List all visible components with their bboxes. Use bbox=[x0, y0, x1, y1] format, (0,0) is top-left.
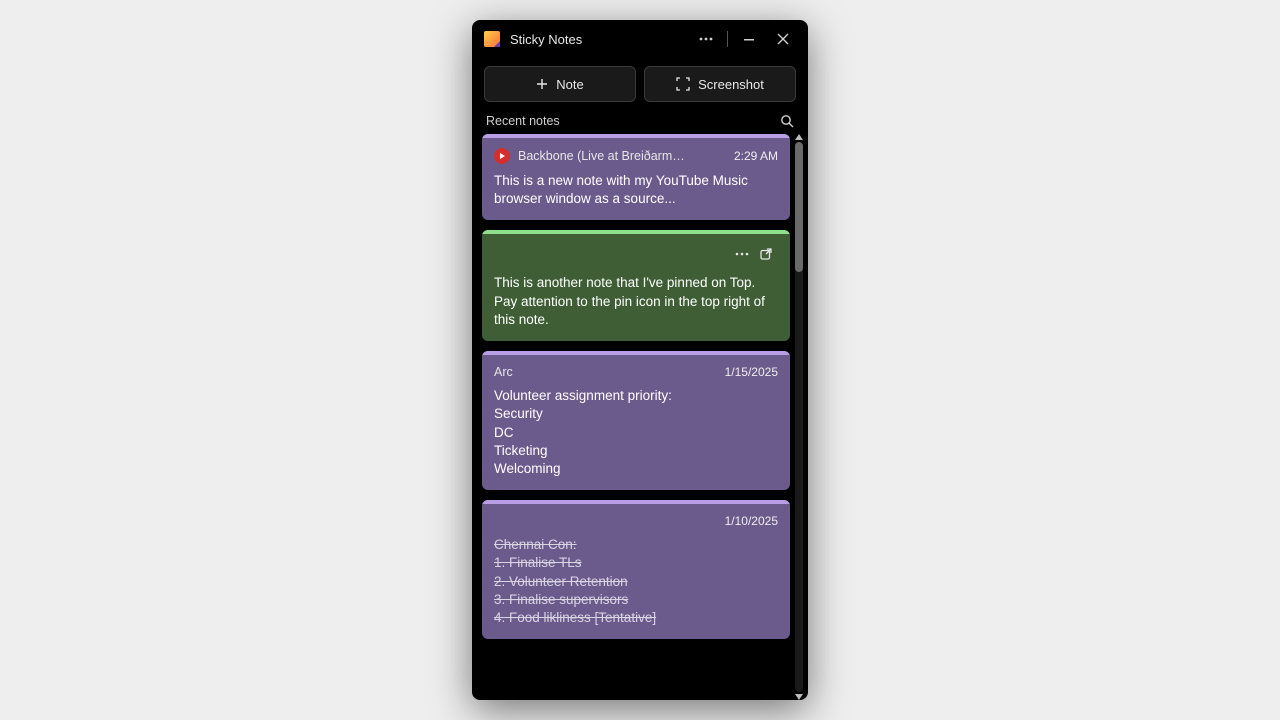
note-card[interactable]: Backbone (Live at Breiðarmerk... 2:29 AM… bbox=[482, 134, 790, 220]
note-line: Volunteer assignment priority: bbox=[494, 387, 778, 405]
plus-icon bbox=[536, 78, 548, 90]
note-line: 3. Finalise supervisors bbox=[494, 591, 778, 609]
scroll-up-icon[interactable] bbox=[795, 134, 803, 140]
note-source-title: Arc bbox=[494, 365, 513, 379]
scrollbar-track[interactable] bbox=[795, 142, 803, 692]
screenshot-icon bbox=[676, 77, 690, 91]
note-line: Ticketing bbox=[494, 442, 778, 460]
note-source-title: Backbone (Live at Breiðarmerk... bbox=[518, 149, 688, 163]
note-body: Chennai Con: 1. Finalise TLs 2. Voluntee… bbox=[482, 532, 790, 639]
new-note-button[interactable]: Note bbox=[484, 66, 636, 102]
scrollbar[interactable] bbox=[794, 134, 804, 700]
youtube-music-icon bbox=[494, 148, 510, 164]
note-line: Security bbox=[494, 405, 778, 423]
note-card[interactable]: 1/10/2025 Chennai Con: 1. Finalise TLs 2… bbox=[482, 500, 790, 639]
note-time: 2:29 AM bbox=[734, 149, 778, 163]
note-line: 1. Finalise TLs bbox=[494, 554, 778, 572]
note-card[interactable]: Arc 1/15/2025 Volunteer assignment prior… bbox=[482, 351, 790, 490]
note-body: This is another note that I've pinned on… bbox=[482, 270, 790, 341]
note-line: Welcoming bbox=[494, 460, 778, 478]
recent-notes-label: Recent notes bbox=[486, 114, 560, 128]
titlebar: Sticky Notes bbox=[472, 20, 808, 58]
app-icon bbox=[484, 31, 500, 47]
note-more-icon[interactable] bbox=[730, 242, 754, 266]
scroll-down-icon[interactable] bbox=[795, 694, 803, 700]
screenshot-button[interactable]: Screenshot bbox=[644, 66, 796, 102]
action-row: Note Screenshot bbox=[472, 58, 808, 112]
sticky-notes-window: Sticky Notes Note Screenshot bbox=[472, 20, 808, 700]
section-header: Recent notes bbox=[472, 112, 808, 134]
new-note-label: Note bbox=[556, 77, 583, 92]
notes-list: Backbone (Live at Breiðarmerk... 2:29 AM… bbox=[482, 134, 790, 700]
search-icon[interactable] bbox=[780, 114, 794, 128]
open-note-icon[interactable] bbox=[754, 242, 778, 266]
note-line: Chennai Con: bbox=[494, 536, 778, 554]
note-time: 1/10/2025 bbox=[725, 514, 778, 528]
close-button[interactable] bbox=[766, 24, 800, 54]
note-body: This is a new note with my YouTube Music… bbox=[482, 168, 790, 220]
more-button[interactable] bbox=[689, 24, 723, 54]
minimize-button[interactable] bbox=[732, 24, 766, 54]
note-card[interactable]: This is another note that I've pinned on… bbox=[482, 230, 790, 341]
window-title: Sticky Notes bbox=[510, 32, 582, 47]
titlebar-separator bbox=[727, 31, 728, 47]
screenshot-label: Screenshot bbox=[698, 77, 764, 92]
scrollbar-thumb[interactable] bbox=[795, 142, 803, 272]
note-line: DC bbox=[494, 424, 778, 442]
note-line: 4. Food likliness [Tentative] bbox=[494, 609, 778, 627]
note-body: Volunteer assignment priority: Security … bbox=[482, 383, 790, 490]
note-time: 1/15/2025 bbox=[725, 365, 778, 379]
note-line: 2. Volunteer Retention bbox=[494, 573, 778, 591]
